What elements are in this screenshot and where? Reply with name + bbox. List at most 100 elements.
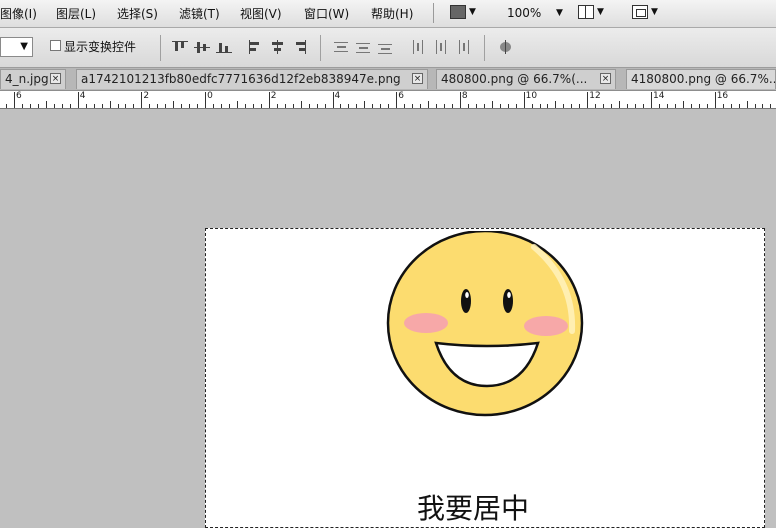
ruler-tick [69,104,71,108]
tab-document-4[interactable]: 4180800.png @ 66.7%... [626,69,776,89]
tool-preset-dropdown[interactable]: ▼ [0,37,33,57]
distribute-left-icon[interactable] [411,40,427,54]
ruler-tick [292,104,294,108]
close-icon[interactable]: × [600,73,611,84]
align-hcenter-icon[interactable] [270,40,286,54]
horizontal-ruler[interactable]: 6 4 2 0 2 4 6 8 10 12 14 16 [0,91,776,109]
ruler-tick [587,92,589,108]
ruler-tick [260,104,262,108]
menu-separator [433,3,434,23]
ruler-tick [213,104,215,108]
align-left-icon[interactable] [248,40,264,54]
tab-document-2[interactable]: a1742101213fb80edfc7771636d12f2eb838947e… [76,69,428,89]
ruler-tick [555,101,557,108]
ruler-tick [531,104,533,108]
workspace-button[interactable]: ▼ [632,3,658,21]
zoom-level[interactable]: 100% [507,6,541,20]
distribute-top-icon[interactable] [334,40,350,54]
menu-view[interactable]: 视图(V) [240,5,282,22]
ruler-tick [356,104,358,108]
ruler-label: 10 [525,91,538,101]
menu-image[interactable]: 图像(I) [0,5,37,22]
distribute-bottom-icon[interactable] [378,40,394,54]
ruler-tick [483,104,485,108]
options-bar: ▼ 显示变换控件 [0,28,776,68]
ruler-tick [141,92,143,108]
ruler-tick [428,101,430,108]
centered-text: 我要居中 [417,492,530,525]
ruler-tick [165,104,167,108]
ruler-tick [674,104,676,108]
menu-layer[interactable]: 图层(L) [56,5,96,22]
ruler-label: 8 [461,91,468,101]
ruler-tick [499,104,501,108]
ruler-tick [706,104,708,108]
options-separator [484,35,485,61]
ruler-tick [77,92,79,108]
menu-window[interactable]: 窗口(W) [304,5,349,22]
ruler-tick [109,101,111,108]
ruler-tick [515,104,517,108]
ruler-label: 2 [270,91,277,101]
distribute-hcenter-icon[interactable] [433,40,449,54]
ruler-tick [93,104,95,108]
close-icon[interactable]: × [50,73,61,84]
ruler-tick [523,92,525,108]
ruler-tick [690,104,692,108]
menu-bar: 图像(I) 图层(L) 选择(S) 滤镜(T) 视图(V) 窗口(W) 帮助(H… [0,0,776,28]
ruler-tick [6,104,8,108]
screen-mode-button[interactable]: ▼ [450,3,476,21]
chevron-down-icon: ▼ [20,41,28,52]
align-bottom-icon[interactable] [216,40,232,54]
show-transform-checkbox[interactable] [50,40,61,51]
ruler-tick [563,104,565,108]
ruler-tick [125,104,127,108]
ruler-label: 12 [589,91,601,101]
ruler-tick [348,104,350,108]
ruler-tick [37,104,39,108]
ruler-tick [300,101,302,108]
ruler-tick [252,104,254,108]
align-top-icon[interactable] [172,40,188,54]
ruler-label: 2 [143,91,150,101]
auto-align-icon[interactable] [498,40,514,54]
ruler-label: 6 [16,91,22,101]
chevron-down-icon: ▼ [597,7,604,17]
ruler-tick [635,104,637,108]
chevron-down-icon: ▼ [469,7,476,17]
ruler-tick [61,104,63,108]
menu-select[interactable]: 选择(S) [117,5,158,22]
tab-document-3[interactable]: 480800.png @ 66.7%(... × [436,69,616,89]
ruler-tick [197,104,199,108]
align-right-icon[interactable] [292,40,308,54]
ruler-tick [380,104,382,108]
ruler-label: 4 [79,91,86,101]
ruler-tick [101,104,103,108]
menu-help[interactable]: 帮助(H) [371,5,413,22]
ruler-tick [157,104,159,108]
close-icon[interactable]: × [412,73,423,84]
ruler-label: 14 [653,91,665,101]
arrange-documents-button[interactable]: ▼ [578,3,604,21]
distribute-right-icon[interactable] [455,40,471,54]
chevron-down-icon[interactable]: ▼ [556,8,563,18]
ruler-tick [698,104,700,108]
ruler-tick [117,104,119,108]
ruler-tick [491,101,493,108]
tab-document-1[interactable]: 4_n.jpg × [0,69,66,89]
ruler-tick [579,104,581,108]
ruler-tick [762,104,764,108]
ruler-tick [651,92,652,108]
ruler-tick [221,104,223,108]
ruler-tick [21,104,23,108]
ruler-tick [53,104,55,108]
align-vcenter-icon[interactable] [194,40,210,54]
menu-filter[interactable]: 滤镜(T) [179,5,220,22]
document-canvas[interactable]: 我要居中 [205,228,765,528]
ruler-tick [467,104,469,108]
ruler-tick [268,92,270,108]
ruler-tick [722,104,724,108]
ruler-tick [475,104,477,108]
document-tabs: 4_n.jpg × a1742101213fb80edfc7771636d12f… [0,68,776,91]
distribute-vcenter-icon[interactable] [356,40,372,54]
